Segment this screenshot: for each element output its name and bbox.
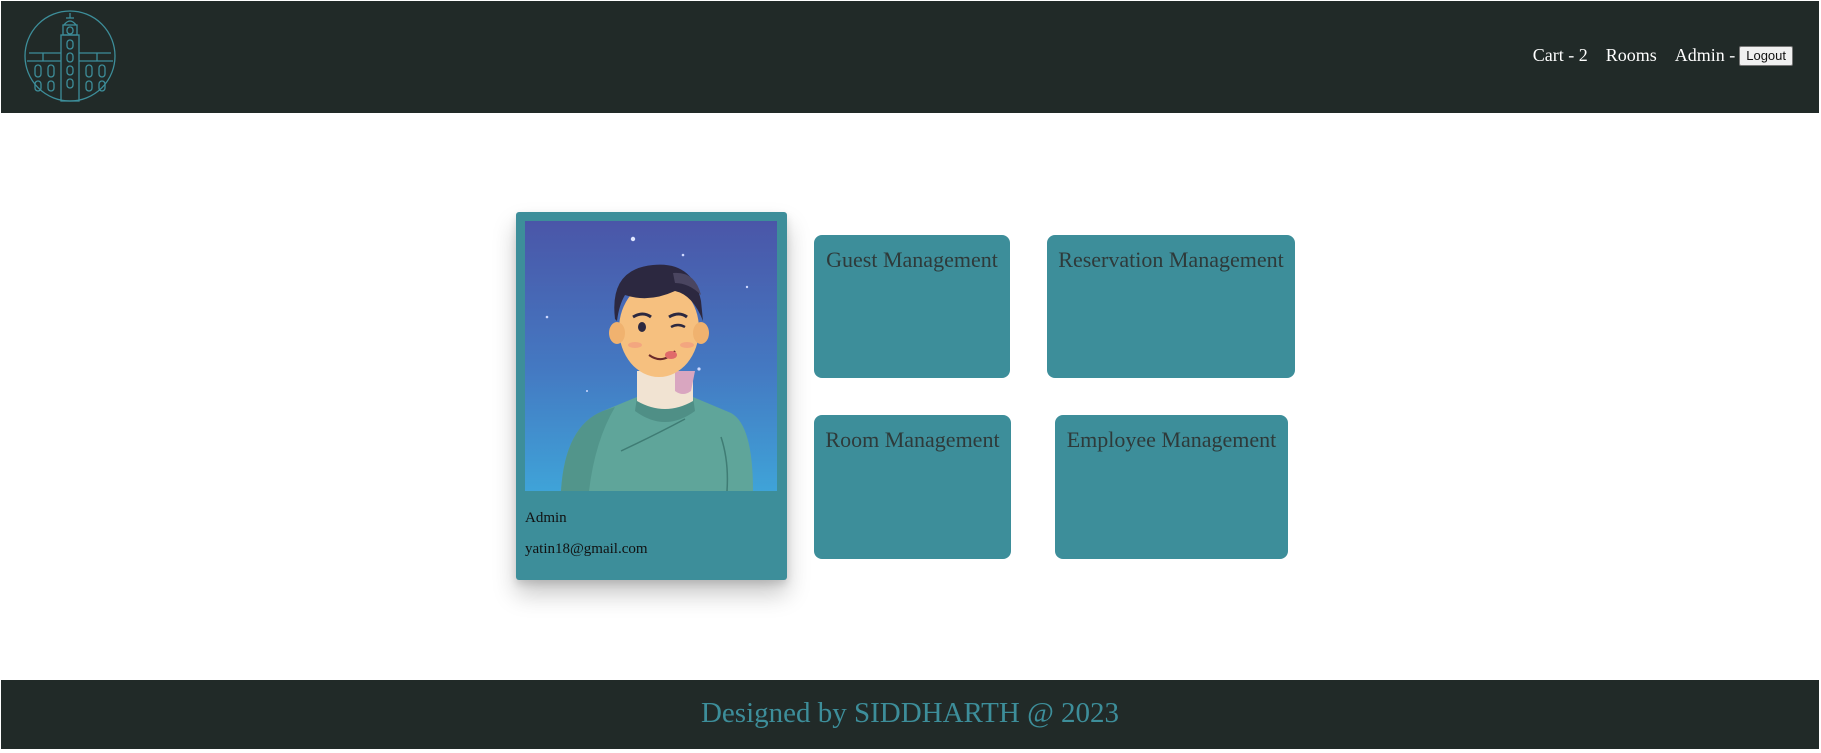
tile-label: Employee Management xyxy=(1066,427,1277,452)
building-logo-icon[interactable] xyxy=(23,9,117,103)
profile-name: Admin xyxy=(525,510,567,526)
logout-button[interactable]: Logout xyxy=(1739,45,1793,66)
admin-avatar-illustration xyxy=(525,221,777,491)
guest-management-tile[interactable]: Guest Management xyxy=(814,235,1010,378)
top-header: Cart - 2 Rooms Admin - Logout xyxy=(1,1,1819,113)
avatar xyxy=(525,221,777,491)
page-footer: Designed by SIDDHARTH @ 2023 xyxy=(1,680,1819,749)
tile-label: Room Management xyxy=(825,427,1000,452)
employee-management-tile[interactable]: Employee Management xyxy=(1055,415,1288,559)
admin-user-label: Admin - xyxy=(1674,45,1736,65)
profile-card: Admin yatin18@gmail.com xyxy=(516,212,787,580)
reservation-management-tile[interactable]: Reservation Management xyxy=(1047,235,1295,378)
main-nav: Cart - 2 Rooms Admin - Logout xyxy=(1515,45,1793,66)
rooms-link[interactable]: Rooms xyxy=(1606,45,1657,66)
room-management-tile[interactable]: Room Management xyxy=(814,415,1011,559)
cart-link[interactable]: Cart - 2 xyxy=(1533,45,1588,66)
tile-label: Reservation Management xyxy=(1058,247,1284,272)
profile-email: yatin18@gmail.com xyxy=(525,541,648,557)
footer-credit: Designed by SIDDHARTH @ 2023 xyxy=(700,697,1120,729)
tile-label: Guest Management xyxy=(826,247,998,272)
